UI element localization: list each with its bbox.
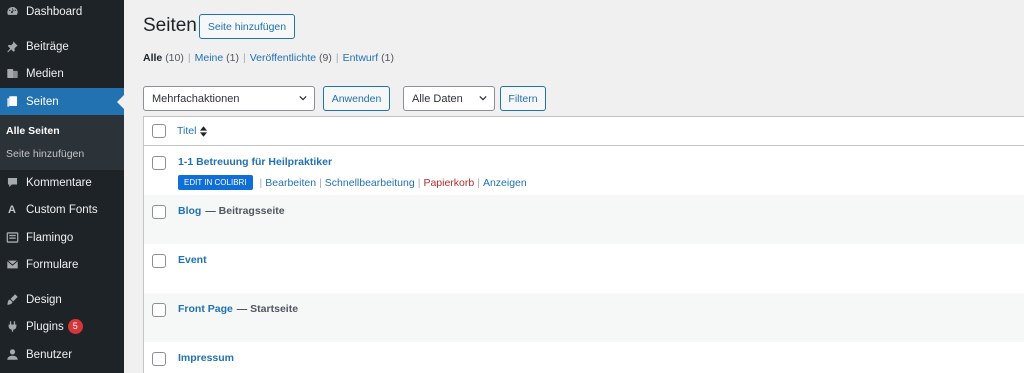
menu-label: Benutzer bbox=[26, 348, 73, 361]
title-column-header[interactable]: Titel bbox=[177, 125, 208, 137]
row-checkbox[interactable] bbox=[152, 254, 166, 268]
page-title-link[interactable]: Blog — Beitragsseite bbox=[178, 205, 285, 217]
menu-label: Dashboard bbox=[26, 5, 83, 18]
plugins-update-badge: 5 bbox=[67, 319, 83, 334]
dashboard-icon bbox=[5, 5, 19, 19]
trash-link[interactable]: Papierkorb bbox=[423, 177, 474, 189]
menu-item-dashboard[interactable]: Dashboard bbox=[0, 0, 124, 25]
quick-edit-link[interactable]: Schnellbearbeitung bbox=[325, 177, 415, 189]
user-icon bbox=[5, 348, 19, 362]
menu-item-comments[interactable]: Kommentare bbox=[0, 169, 124, 196]
plugin-icon bbox=[5, 320, 19, 334]
table-row: 1-1 Betreuung für Heilpraktiker EDIT IN … bbox=[144, 146, 1024, 195]
menu-label: Medien bbox=[26, 67, 64, 80]
menu-label: Flamingo bbox=[26, 231, 74, 244]
page-title: Seiten bbox=[143, 15, 197, 36]
page-state: — Startseite bbox=[236, 303, 299, 315]
menu-item-custom-fonts[interactable]: A Custom Fonts bbox=[0, 196, 124, 223]
menu-label: Custom Fonts bbox=[26, 203, 98, 216]
page-title-link[interactable]: 1-1 Betreuung für Heilpraktiker bbox=[178, 156, 332, 168]
row-actions: EDIT IN COLIBRI | Bearbeiten | Schnellbearbe… bbox=[178, 175, 527, 190]
row-checkbox[interactable] bbox=[152, 303, 166, 317]
page-title-link[interactable]: Impressum bbox=[178, 352, 234, 364]
table-row: Event bbox=[144, 244, 1024, 293]
view-filters: Alle (10) | Meine (1) | Veröffentlichte (9) |… bbox=[143, 52, 394, 64]
row-checkbox[interactable] bbox=[152, 205, 166, 219]
row-checkbox[interactable] bbox=[152, 156, 166, 170]
menu-item-forms[interactable]: Formulare bbox=[0, 251, 124, 278]
menu-label: Seiten bbox=[26, 95, 59, 108]
edit-in-colibri-button[interactable]: EDIT IN COLIBRI bbox=[178, 175, 253, 190]
page-title-link[interactable]: Event bbox=[178, 254, 207, 266]
admin-sidebar: Dashboard Beiträge Medien Seiten Alle Se… bbox=[0, 0, 124, 373]
row-checkbox[interactable] bbox=[152, 352, 166, 366]
menu-label: Beiträge bbox=[26, 40, 69, 53]
pages-submenu: Alle Seiten Seite hinzufügen bbox=[0, 115, 124, 170]
date-filter-select[interactable]: Alle Daten bbox=[403, 86, 495, 111]
submenu-all-pages[interactable]: Alle Seiten bbox=[6, 125, 60, 137]
sort-icon bbox=[200, 125, 208, 137]
menu-item-media[interactable]: Medien bbox=[0, 60, 124, 87]
table-row: Front Page — Startseite bbox=[144, 293, 1024, 342]
page-state: — Beitragsseite bbox=[205, 205, 285, 217]
apply-button[interactable]: Anwenden bbox=[323, 86, 390, 111]
media-icon bbox=[5, 67, 19, 81]
menu-label: Plugins bbox=[26, 320, 64, 333]
bulk-actions-select[interactable]: Mehrfachaktionen bbox=[143, 86, 315, 111]
comment-icon bbox=[5, 176, 19, 190]
menu-item-users[interactable]: Benutzer bbox=[0, 341, 124, 368]
add-page-button[interactable]: Seite hinzufügen bbox=[199, 14, 295, 39]
main-content: Seiten Seite hinzufügen Alle (10) | Meine … bbox=[124, 0, 1024, 373]
menu-item-plugins[interactable]: Plugins 5 bbox=[0, 313, 124, 340]
menu-label: Formulare bbox=[26, 258, 79, 271]
view-mine[interactable]: Meine bbox=[195, 52, 224, 64]
font-icon: A bbox=[8, 203, 16, 216]
select-all-checkbox[interactable] bbox=[152, 124, 166, 138]
pin-icon bbox=[5, 40, 19, 54]
menu-item-flamingo[interactable]: Flamingo bbox=[0, 224, 124, 251]
table-row: Blog — Beitragsseite bbox=[144, 195, 1024, 244]
submenu-add-page[interactable]: Seite hinzufügen bbox=[6, 148, 84, 160]
page-title-link[interactable]: Front Page — Startseite bbox=[178, 303, 298, 315]
view-published[interactable]: Veröffentlichte bbox=[250, 52, 316, 64]
view-all[interactable]: Alle (10) bbox=[143, 52, 184, 64]
menu-label: Design bbox=[26, 293, 62, 306]
filter-button[interactable]: Filtern bbox=[500, 86, 546, 111]
mail-icon bbox=[5, 258, 19, 272]
edit-link[interactable]: Bearbeiten bbox=[265, 177, 316, 189]
table-header: Titel bbox=[144, 117, 1024, 146]
chevron-down-icon bbox=[479, 95, 487, 101]
view-link[interactable]: Anzeigen bbox=[483, 177, 527, 189]
brush-icon bbox=[5, 293, 19, 307]
pages-table: Titel 1-1 Betreuung für Heilpraktiker ED… bbox=[143, 116, 1024, 373]
flamingo-icon bbox=[5, 231, 19, 245]
pages-icon bbox=[5, 95, 19, 109]
view-draft[interactable]: Entwurf bbox=[343, 52, 379, 64]
menu-item-posts[interactable]: Beiträge bbox=[0, 33, 124, 60]
table-row: Impressum bbox=[144, 342, 1024, 373]
chevron-down-icon bbox=[299, 95, 307, 101]
menu-label: Kommentare bbox=[26, 176, 92, 189]
menu-item-pages[interactable]: Seiten bbox=[0, 88, 124, 115]
menu-item-design[interactable]: Design bbox=[0, 286, 124, 313]
